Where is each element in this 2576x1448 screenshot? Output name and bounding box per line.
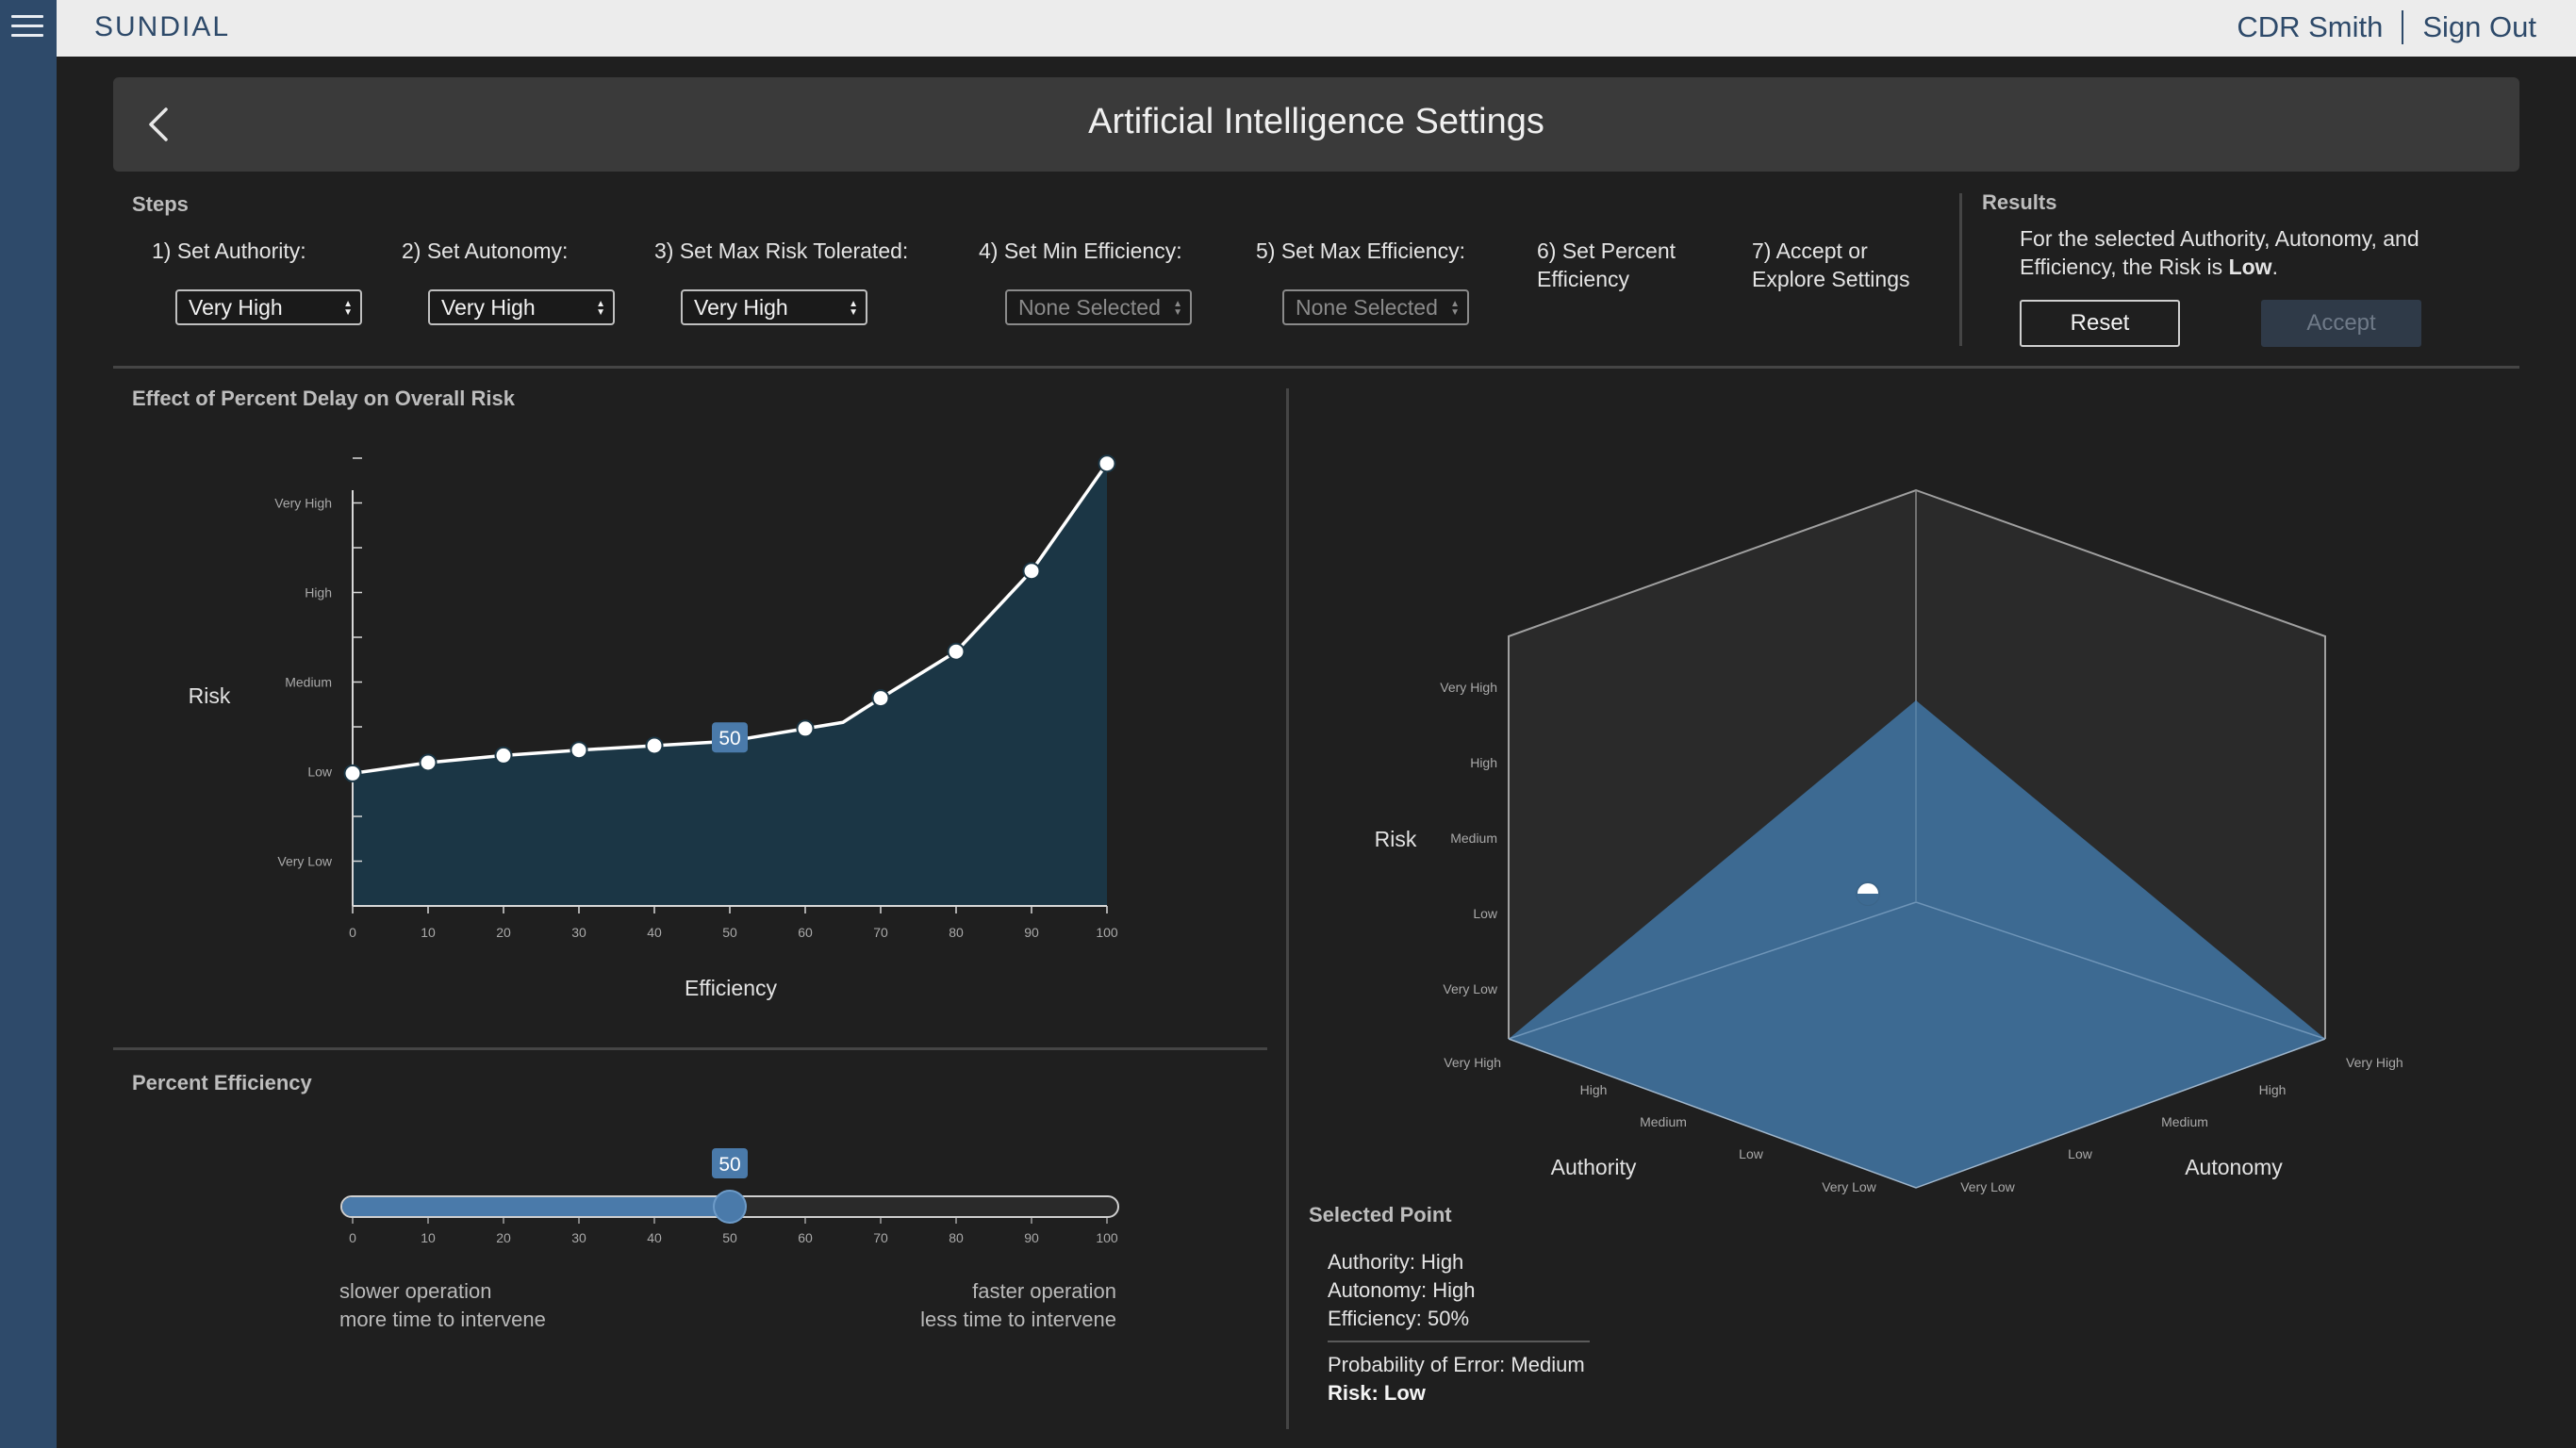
- slider-tick-label: 90: [1024, 1230, 1039, 1245]
- selected-point-risk: Risk: Low: [1328, 1381, 1426, 1405]
- slider-left-caption-line2: more time to intervene: [339, 1308, 546, 1331]
- authority-level-tick: High: [1580, 1082, 1608, 1097]
- risk-level-tick: Very Low: [1443, 981, 1497, 996]
- slider-tick-label: 0: [349, 1230, 356, 1245]
- surface-authority-axis-title: Authority: [1551, 1155, 1637, 1179]
- authority-level-tick: Medium: [1640, 1114, 1687, 1129]
- surface-risk-axis-title: Risk: [1375, 827, 1417, 851]
- results-text-suffix: .: [2271, 255, 2278, 279]
- slider-tick-label: 100: [1096, 1230, 1118, 1245]
- panel-divider: [1286, 388, 1289, 1429]
- autonomy-level-tick: Medium: [2161, 1114, 2208, 1129]
- slider-left-caption: slower operation more time to intervene: [339, 1277, 546, 1334]
- slider-tick-label: 70: [873, 1230, 888, 1245]
- surface-autonomy-axis-title: Autonomy: [2185, 1155, 2283, 1179]
- risk-level-tick: Low: [1473, 906, 1498, 921]
- slider-fill: [342, 1197, 730, 1216]
- step-percent-efficiency-label: 6) Set Percent Efficiency: [1537, 239, 1676, 291]
- slider-tick-label: 10: [421, 1230, 436, 1245]
- select-arrows-icon: ▲ ▼: [1450, 299, 1460, 318]
- slider-right-caption-line1: faster operation: [972, 1279, 1116, 1303]
- user-separator: [2402, 10, 2404, 44]
- selected-point-probability: Probability of Error: Medium: [1328, 1353, 1585, 1376]
- sign-out-link[interactable]: Sign Out: [2422, 10, 2536, 44]
- max-efficiency-select[interactable]: None Selected ▲ ▼: [1282, 289, 1469, 325]
- results-divider: [1959, 193, 1962, 346]
- risk-level-tick: Very High: [1440, 680, 1497, 695]
- selected-point-authority: Authority: High: [1328, 1250, 1464, 1274]
- risk-level-tick: Medium: [1450, 831, 1497, 846]
- slider-right-caption-line2: less time to intervene: [920, 1308, 1116, 1331]
- authority-level-tick: Very Low: [1822, 1179, 1876, 1194]
- slider-left-caption-line1: slower operation: [339, 1279, 492, 1303]
- autonomy-level-tick: High: [2259, 1082, 2287, 1097]
- selected-point-divider: [1328, 1341, 1590, 1342]
- slider-tick-label: 80: [949, 1230, 964, 1245]
- step-max-efficiency-label: 5) Set Max Efficiency:: [1256, 239, 1465, 263]
- risk-level-tick: High: [1470, 755, 1497, 770]
- user-name-link[interactable]: CDR Smith: [2237, 10, 2383, 44]
- selected-point-title: Selected Point: [1309, 1203, 1452, 1226]
- user-area: CDR Smith Sign Out: [2237, 10, 2536, 44]
- accept-button[interactable]: Accept: [2261, 300, 2421, 347]
- autonomy-level-tick: Very Low: [1960, 1179, 2015, 1194]
- slider-handle[interactable]: [713, 1190, 747, 1224]
- results-text: For the selected Authority, Autonomy, an…: [2020, 224, 2453, 281]
- max-efficiency-select-value: None Selected: [1296, 295, 1438, 320]
- percent-efficiency-slider[interactable]: 0 10 20 30 40 50 60 70 80 90 100 50: [0, 0, 1282, 1448]
- authority-level-tick: Low: [1739, 1146, 1764, 1161]
- autonomy-level-tick: Very High: [2346, 1055, 2403, 1070]
- slider-tick-label: 50: [722, 1230, 737, 1245]
- slider-tick-label: 60: [798, 1230, 813, 1245]
- selected-point-autonomy: Autonomy: High: [1328, 1278, 1476, 1302]
- results-text-prefix: For the selected Authority, Autonomy, an…: [2020, 226, 2419, 279]
- slider-value-label: 50: [718, 1154, 740, 1176]
- authority-level-tick: Very High: [1444, 1055, 1501, 1070]
- step-accept-label: 7) Accept or Explore Settings: [1752, 239, 1910, 291]
- reset-button[interactable]: Reset: [2020, 300, 2180, 347]
- slider-tick-label: 40: [647, 1230, 662, 1245]
- results-risk-value: Low: [2228, 255, 2272, 279]
- autonomy-level-tick: Low: [2068, 1146, 2093, 1161]
- slider-tick-label: 30: [571, 1230, 586, 1245]
- risk-surface-chart: Risk Very High High Medium Low Very Low …: [1375, 488, 2403, 1194]
- selected-point-efficiency: Efficiency: 50%: [1328, 1307, 1470, 1330]
- slider-tick-label: 20: [496, 1230, 511, 1245]
- slider-right-caption: faster operation less time to intervene: [820, 1277, 1116, 1334]
- results-section-label: Results: [1982, 190, 2057, 214]
